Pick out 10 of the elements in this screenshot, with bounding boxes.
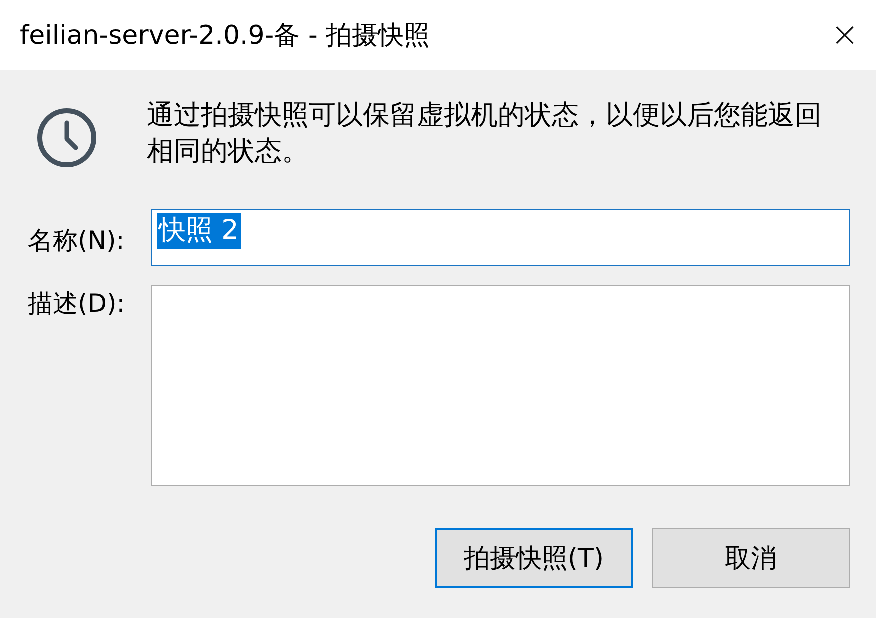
window-title: feilian-server-2.0.9-备 - 拍摄快照 xyxy=(20,20,430,52)
cancel-button[interactable]: 取消 xyxy=(652,528,850,588)
description-label: 描述(D): xyxy=(28,288,126,320)
description-field[interactable] xyxy=(151,285,850,486)
snapshot-button[interactable]: 拍摄快照(T) xyxy=(435,528,633,588)
close-button[interactable]: × xyxy=(810,0,876,70)
info-text: 通过拍摄快照可以保留虚拟机的状态，以便以后您能返回相同的状态。 xyxy=(147,99,823,169)
clock-icon xyxy=(36,107,98,169)
name-label: 名称(N): xyxy=(28,225,126,257)
name-field[interactable]: 快照 2 xyxy=(151,209,850,266)
